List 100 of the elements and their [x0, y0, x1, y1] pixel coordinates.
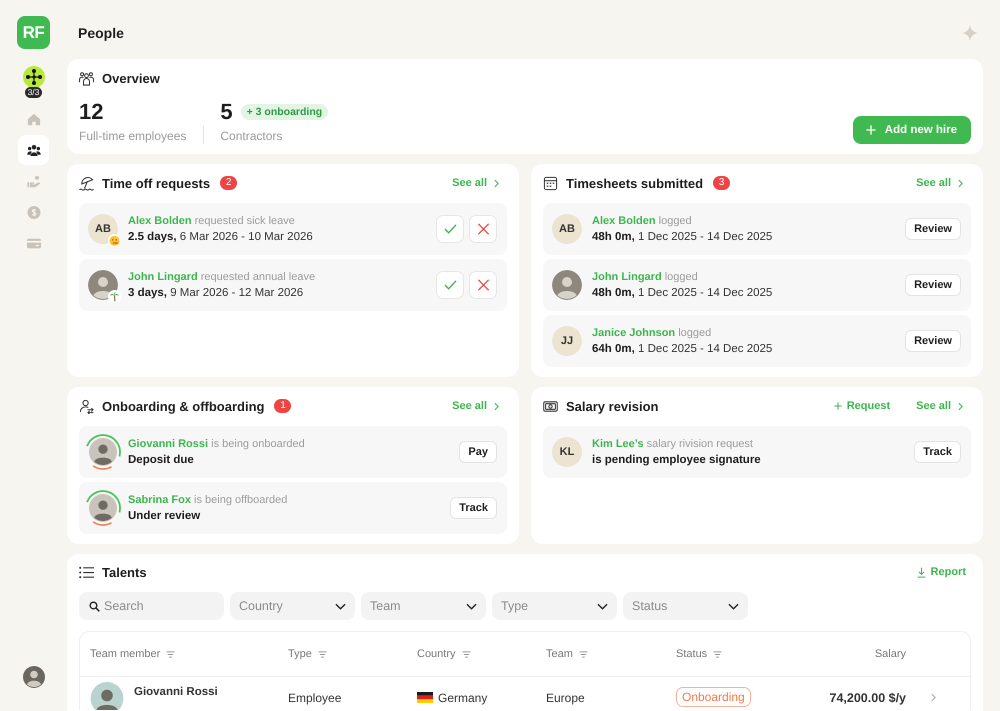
- coin-icon: [26, 206, 40, 218]
- filter-icon[interactable]: [462, 650, 471, 658]
- request-link[interactable]: Request: [834, 400, 890, 412]
- status-tag: Onboarding: [676, 687, 751, 707]
- review-button[interactable]: Review: [905, 218, 961, 240]
- stat-label: Full-time employees: [79, 128, 186, 144]
- review-button[interactable]: Review: [905, 274, 961, 296]
- onboarding-status: Under review: [128, 509, 202, 524]
- filter-icon[interactable]: [713, 650, 722, 658]
- review-button[interactable]: Review: [905, 330, 961, 352]
- request-summary: John Lingard requested annual leave: [128, 270, 316, 285]
- column-header: Salary: [874, 648, 906, 660]
- onboarding-status: Deposit due: [128, 453, 195, 468]
- see-all-link[interactable]: See all: [916, 177, 963, 189]
- action-button[interactable]: Pay: [459, 441, 497, 463]
- action-button[interactable]: Track: [450, 497, 497, 519]
- filter-dropdown[interactable]: Status: [623, 592, 748, 620]
- person-link[interactable]: Alex Bolden: [592, 215, 656, 227]
- calendar-icon: [543, 176, 558, 190]
- list-icon: [79, 564, 94, 580]
- plus-icon: [866, 125, 876, 135]
- chevron-down-icon: [597, 602, 608, 610]
- onboarding-summary: Sabrina Fox is being offboarded: [128, 493, 288, 508]
- person-link[interactable]: John Lingard: [128, 271, 198, 283]
- decline-button[interactable]: [469, 215, 497, 243]
- filter-dropdown[interactable]: Country: [230, 592, 355, 620]
- stat-label: Contractors: [220, 128, 284, 144]
- timesheet-summary: Alex Bolden logged: [592, 214, 693, 229]
- initials-avatar: AB: [552, 214, 582, 244]
- close-icon: [476, 279, 490, 291]
- person-silhouette-icon: [552, 270, 582, 300]
- logo[interactable]: RF: [17, 16, 50, 49]
- filter-icon[interactable]: [318, 650, 327, 658]
- card-title: Salary revision: [566, 398, 658, 414]
- salary-amount: 74,200.00 $/y: [830, 691, 906, 705]
- palm-tree-icon: [108, 290, 121, 303]
- decline-button[interactable]: [469, 271, 497, 299]
- filter-dropdown[interactable]: Type: [492, 592, 617, 620]
- card-title: Onboarding & offboarding: [102, 398, 264, 414]
- person-link[interactable]: John Lingard: [592, 271, 662, 283]
- download-icon: [916, 566, 926, 578]
- flag-icon: [417, 692, 433, 703]
- user-avatar-icon[interactable]: [22, 666, 44, 688]
- card-title: Talents: [102, 564, 147, 580]
- stat-value: 12: [79, 99, 104, 125]
- progress-count: 3/3: [24, 87, 42, 98]
- onboarding-summary: Giovanni Rossi is being onboarded: [128, 437, 306, 452]
- sick-face-icon: [108, 234, 121, 247]
- filter-icon[interactable]: [578, 650, 588, 658]
- request-dates: 3 days, 9 Mar 2026 - 12 Mar 2026: [128, 286, 304, 301]
- see-all-link[interactable]: See all: [452, 400, 499, 412]
- close-icon: [476, 223, 490, 235]
- network-icon[interactable]: [22, 66, 44, 88]
- onboarding-tag: + 3 onboarding: [240, 104, 328, 120]
- stat-value: 5: [220, 99, 233, 125]
- track-button[interactable]: Track: [914, 441, 961, 463]
- chevron-right-icon: [958, 178, 963, 188]
- timesheet-summary: Janice Johnson logged: [592, 326, 712, 341]
- house-icon: [26, 112, 40, 126]
- see-all-link[interactable]: See all: [452, 177, 499, 189]
- member-name[interactable]: Giovanni Rossi: [134, 685, 218, 699]
- filter-dropdown[interactable]: Team: [361, 592, 486, 620]
- person-link[interactable]: Alex Bolden: [128, 215, 192, 227]
- add-new-hire-button[interactable]: Add new hire: [852, 116, 971, 144]
- chevron-right-icon[interactable]: [930, 693, 936, 702]
- card-title: Timesheets submitted: [566, 176, 704, 190]
- chevron-down-icon: [728, 602, 739, 610]
- column-header: Country: [417, 648, 456, 660]
- timesheet-summary: John Lingard logged: [592, 270, 699, 285]
- initials-avatar: KL: [552, 437, 582, 467]
- check-icon: [444, 279, 456, 291]
- people-outline-icon: [79, 70, 94, 86]
- report-link[interactable]: Report: [916, 566, 966, 578]
- beach-umbrella-icon: [79, 176, 94, 190]
- person-arrows-icon: [79, 398, 94, 414]
- chevron-down-icon: [466, 602, 477, 610]
- salary-request-status: is pending employee signature: [592, 453, 762, 468]
- plus-icon: [834, 402, 842, 410]
- see-all-link[interactable]: See all: [916, 400, 963, 412]
- request-summary: Alex Bolden requested sick leave: [128, 214, 296, 229]
- pending-count: 3: [713, 176, 730, 190]
- card-title: Overview: [102, 70, 160, 86]
- pending-count: 2: [220, 176, 238, 190]
- column-header: Team: [546, 648, 573, 660]
- people-icon: [26, 144, 40, 156]
- search-field[interactable]: Search: [79, 592, 224, 620]
- search-icon: [89, 600, 100, 612]
- nav-item[interactable]: [18, 135, 49, 165]
- person-link[interactable]: Sabrina Fox: [128, 494, 191, 506]
- card-icon: [26, 236, 40, 250]
- approve-button[interactable]: [436, 271, 464, 299]
- filter-icon[interactable]: [166, 650, 176, 658]
- person-link[interactable]: Kim Lee’s: [592, 438, 644, 450]
- approve-button[interactable]: [436, 215, 464, 243]
- table-cell: Employee: [288, 691, 342, 705]
- chevron-right-icon: [494, 178, 499, 188]
- person-link[interactable]: Janice Johnson: [592, 327, 676, 339]
- person-link[interactable]: Giovanni Rossi: [128, 438, 208, 450]
- country-name: Germany: [438, 691, 488, 705]
- timesheet-hours: 64h 0m, 1 Dec 2025 - 14 Dec 2025: [592, 342, 774, 357]
